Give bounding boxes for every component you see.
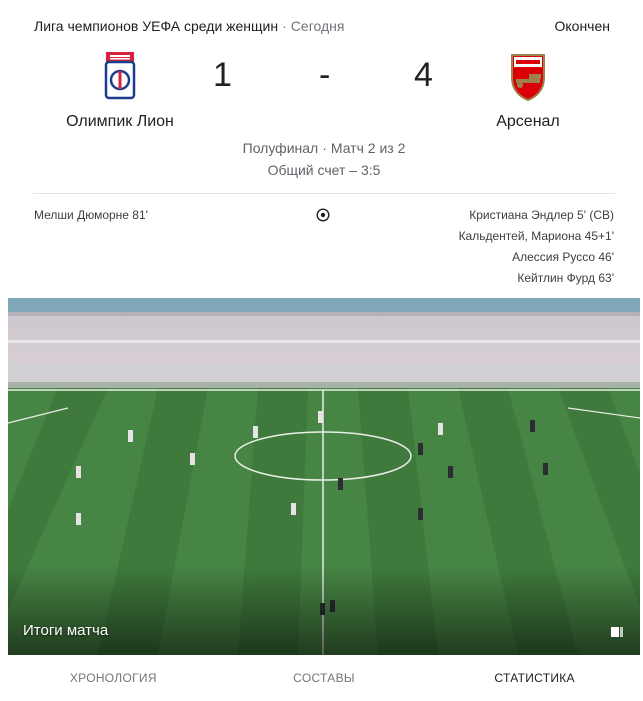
match-tabs: ХРОНОЛОГИЯ СОСТАВЫ СТАТИСТИКА [8,655,640,701]
home-score: 1 [213,56,232,94]
match-header: Лига чемпионов УЕФА среди женщин · Сегодня… [34,18,610,38]
scorer-item: Кальдентей, Мариона 45+1' [458,229,614,243]
stadium-thumbnail-image [8,298,640,655]
home-scorers: Мелши Дюморне 81' [34,208,148,222]
soccer-ball-icon [316,208,330,222]
match-date: Сегодня [290,18,345,34]
scorer-item: Кейтлин Фурд 63' [517,271,614,285]
header-separator: · [282,18,287,34]
tab-lineups[interactable]: СОСТАВЫ [234,671,414,685]
scorer-item: Алессия Руссо 46' [512,250,614,264]
score-separator: - [319,56,331,94]
away-scorers: Кристиана Эндлер 5' (СВ) Кальдентей, Мар… [459,208,614,292]
leg-label: Матч 2 из 2 [330,140,406,156]
highlights-video[interactable]: Итоги матча [8,298,640,655]
scorer-item: Кристиана Эндлер 5' (СВ) [469,208,614,222]
tab-statistics[interactable]: СТАТИСТИКА [445,671,625,685]
divider [33,193,615,194]
arsenal-crest-icon [503,52,553,102]
match-card: Лига чемпионов УЕФА среди женщин · Сегодня… [8,0,640,701]
video-label: Итоги матча [23,622,109,639]
away-score: 4 [414,56,433,94]
stage-label: Полуфинал [242,140,319,156]
away-team[interactable]: Арсенал [448,52,608,131]
video-play-icon[interactable] [610,625,624,639]
aggregate-score: Общий счет – 3:5 [267,162,381,178]
away-team-name: Арсенал [496,113,560,130]
home-team[interactable]: Олимпик Лион [40,52,200,131]
tab-timeline[interactable]: ХРОНОЛОГИЯ [23,671,203,685]
home-team-name: Олимпик Лион [66,113,174,130]
scorer-item: Мелши Дюморне 81' [34,208,148,222]
match-status: Окончен [554,18,610,34]
match-stage: Полуфинал · Матч 2 из 2 [8,140,640,156]
competition-name[interactable]: Лига чемпионов УЕФА среди женщин [34,18,278,34]
olympique-lyonnais-crest-icon [95,52,145,102]
stage-separator: · [322,140,327,156]
